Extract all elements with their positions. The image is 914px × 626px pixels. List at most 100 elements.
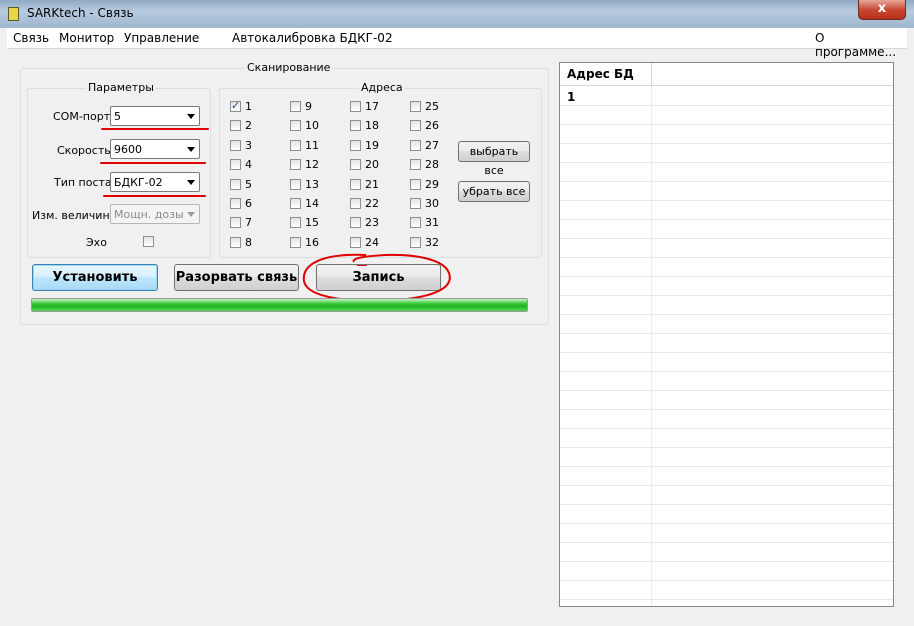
address-label-3: 3 (245, 139, 252, 152)
params-group-title: Параметры (86, 81, 156, 94)
row-divider (560, 200, 893, 201)
address-checkbox-23[interactable] (350, 217, 361, 228)
address-checkbox-27[interactable] (410, 140, 421, 151)
row-divider (560, 523, 893, 524)
row-divider (560, 485, 893, 486)
address-checkbox-28[interactable] (410, 159, 421, 170)
com-port-label: COM-порт (53, 110, 111, 123)
address-checkbox-2[interactable] (230, 120, 241, 131)
address-label-25: 25 (425, 100, 439, 113)
row-divider (560, 542, 893, 543)
menu-item-monitor[interactable]: Монитор (59, 31, 114, 45)
com-port-select[interactable]: 5 (110, 106, 200, 126)
address-label-12: 12 (305, 158, 319, 171)
address-label-22: 22 (365, 197, 379, 210)
row-divider (560, 276, 893, 277)
post-type-select[interactable]: БДКГ-02 (110, 172, 200, 192)
address-label-7: 7 (245, 216, 252, 229)
disconnect-button[interactable]: Разорвать связь (174, 264, 299, 291)
address-checkbox-12[interactable] (290, 159, 301, 170)
address-checkbox-31[interactable] (410, 217, 421, 228)
row-divider (560, 447, 893, 448)
address-table[interactable]: Адрес БД 1 (559, 62, 894, 607)
address-checkbox-15[interactable] (290, 217, 301, 228)
address-label-31: 31 (425, 216, 439, 229)
row-divider (560, 181, 893, 182)
annotation-underline (103, 195, 206, 197)
address-label-20: 20 (365, 158, 379, 171)
row-divider (560, 504, 893, 505)
title-bar[interactable]: SARKtech - Связь x (0, 0, 914, 28)
address-checkbox-5[interactable] (230, 179, 241, 190)
address-label-4: 4 (245, 158, 252, 171)
address-label-11: 11 (305, 139, 319, 152)
column-divider (651, 86, 652, 606)
menu-item-connection[interactable]: Связь (13, 31, 49, 45)
address-label-16: 16 (305, 236, 319, 249)
row-divider (560, 371, 893, 372)
echo-checkbox[interactable] (143, 236, 154, 247)
address-label-1: 1 (245, 100, 252, 113)
annotation-underline (100, 162, 206, 164)
window-title: SARKtech - Связь (27, 6, 134, 20)
address-label-30: 30 (425, 197, 439, 210)
address-checkbox-30[interactable] (410, 198, 421, 209)
row-divider (560, 580, 893, 581)
address-label-19: 19 (365, 139, 379, 152)
row-divider (560, 390, 893, 391)
address-checkbox-3[interactable] (230, 140, 241, 151)
address-checkbox-10[interactable] (290, 120, 301, 131)
address-checkbox-29[interactable] (410, 179, 421, 190)
post-type-label: Тип поста (54, 176, 112, 189)
select-all-button[interactable]: выбрать все (458, 141, 530, 177)
address-checkbox-25[interactable] (410, 101, 421, 112)
address-label-32: 32 (425, 236, 439, 249)
address-checkbox-13[interactable] (290, 179, 301, 190)
address-checkbox-7[interactable] (230, 217, 241, 228)
address-label-23: 23 (365, 216, 379, 229)
row-divider (560, 428, 893, 429)
connect-button[interactable]: Установить связь (32, 264, 158, 310)
address-checkbox-32[interactable] (410, 237, 421, 248)
row-divider (560, 295, 893, 296)
table-header-empty[interactable] (652, 63, 893, 86)
clear-all-button[interactable]: убрать все (458, 181, 530, 202)
row-divider (560, 143, 893, 144)
address-checkbox-4[interactable] (230, 159, 241, 170)
address-checkbox-1[interactable] (230, 99, 241, 112)
address-label-17: 17 (365, 100, 379, 113)
address-checkbox-21[interactable] (350, 179, 361, 190)
address-checkbox-11[interactable] (290, 140, 301, 151)
address-checkbox-16[interactable] (290, 237, 301, 248)
address-checkbox-14[interactable] (290, 198, 301, 209)
menu-item-control[interactable]: Управление (124, 31, 199, 45)
address-label-14: 14 (305, 197, 319, 210)
address-checkbox-18[interactable] (350, 120, 361, 131)
address-checkbox-6[interactable] (230, 198, 241, 209)
row-divider (560, 105, 893, 106)
address-checkbox-22[interactable] (350, 198, 361, 209)
address-checkbox-24[interactable] (350, 237, 361, 248)
measure-select[interactable]: Мощн. дозы (110, 204, 200, 224)
close-button[interactable]: x (858, 0, 906, 20)
address-checkbox-19[interactable] (350, 140, 361, 151)
address-label-6: 6 (245, 197, 252, 210)
measure-label: Изм. величина (32, 209, 117, 222)
row-divider (560, 162, 893, 163)
address-checkbox-9[interactable] (290, 101, 301, 112)
menu-item-about[interactable]: О программе... (815, 31, 907, 59)
address-checkbox-8[interactable] (230, 237, 241, 248)
table-row[interactable]: 1 (560, 86, 893, 105)
address-checkbox-26[interactable] (410, 120, 421, 131)
address-label-29: 29 (425, 178, 439, 191)
row-divider (560, 257, 893, 258)
address-checkbox-20[interactable] (350, 159, 361, 170)
speed-select[interactable]: 9600 (110, 139, 200, 159)
chevron-down-icon (187, 180, 195, 185)
address-checkbox-17[interactable] (350, 101, 361, 112)
table-header-address[interactable]: Адрес БД (560, 63, 652, 86)
app-icon (8, 7, 19, 21)
address-label-13: 13 (305, 178, 319, 191)
menu-item-autocalibration[interactable]: Автокалибровка БДКГ-02 (232, 31, 393, 45)
row-divider (560, 352, 893, 353)
